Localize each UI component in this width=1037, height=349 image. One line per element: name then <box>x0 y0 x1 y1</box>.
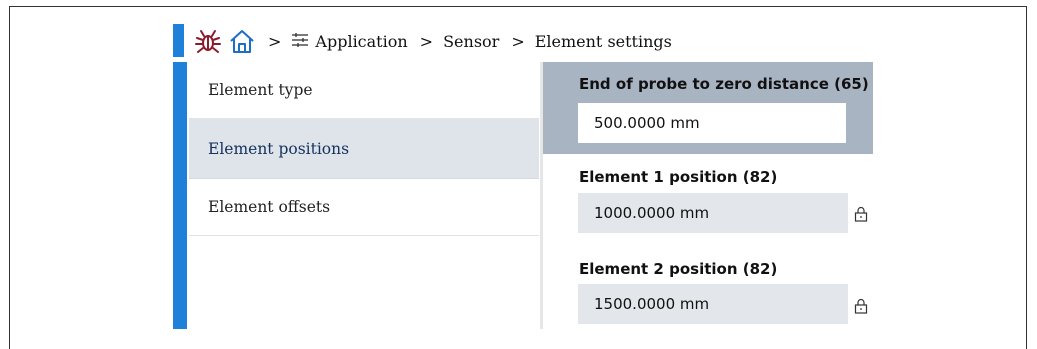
nav-item-element-positions[interactable]: Element positions <box>189 119 539 179</box>
breadcrumb-item-application[interactable]: Application <box>315 32 407 51</box>
breadcrumb-item-element-settings[interactable]: Element settings <box>535 32 672 51</box>
breadcrumb-separator: > <box>511 31 525 51</box>
element2-position-field: 1500.0000 mm <box>578 284 848 324</box>
nav-item-element-offsets[interactable]: Element offsets <box>189 179 539 236</box>
breadcrumb-item-sensor[interactable]: Sensor <box>443 32 499 51</box>
breadcrumb-separator: > <box>419 31 434 51</box>
breadcrumb: > Application > Sensor > Element setting… <box>194 22 672 60</box>
settings-sliders-icon <box>291 32 309 51</box>
element1-position-label: Element 1 position (82) <box>579 168 778 186</box>
element1-position-field: 1000.0000 mm <box>578 193 848 233</box>
bug-icon[interactable] <box>194 28 222 54</box>
element2-position-label: Element 2 position (82) <box>579 260 778 278</box>
end-of-probe-label: End of probe to zero distance (65) <box>579 75 869 93</box>
nav-item-element-type[interactable]: Element type <box>189 62 539 119</box>
breadcrumb-separator: > <box>268 31 282 51</box>
home-icon[interactable] <box>228 28 256 54</box>
nav-menu: Element type Element positions Element o… <box>189 62 539 329</box>
lock-icon <box>853 298 869 314</box>
lock-icon <box>853 206 869 222</box>
breadcrumb-accent-bar <box>173 24 184 57</box>
end-of-probe-field[interactable]: 500.0000 mm <box>578 103 846 143</box>
nav-accent-bar <box>173 62 187 329</box>
